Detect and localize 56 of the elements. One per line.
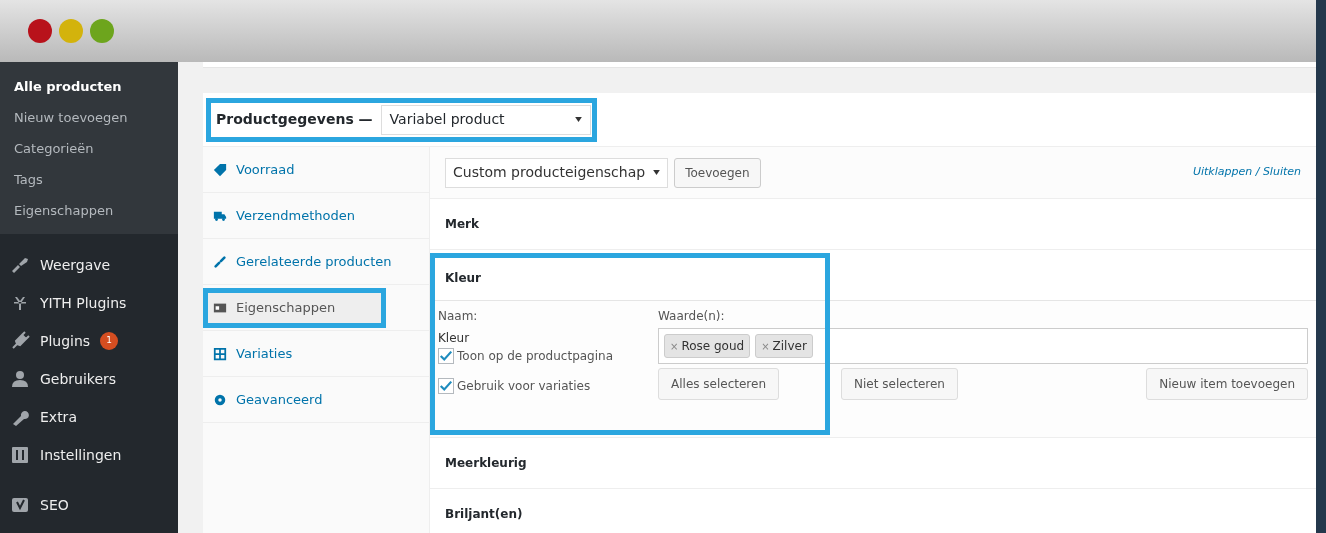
field-label: Naam: [438,308,479,325]
menu-item[interactable]: Plugins [40,330,91,352]
grid-icon [213,346,227,361]
menu-item[interactable]: Gebruikers [40,368,117,390]
attribute-row[interactable]: Meerkleurig [430,438,1316,488]
checkbox-label: Toon op de productpagina [457,348,614,365]
submenu-item[interactable]: Tags [0,164,178,195]
attribute-title: Merk [445,216,479,233]
tab[interactable]: Variaties [203,333,386,374]
value-tag[interactable]: × Zilver [755,334,813,358]
menu-item[interactable]: SEO [40,494,69,516]
values-field[interactable]: × Rose goud × Zilver [658,328,1308,364]
tag-icon [213,162,227,177]
menu-item[interactable]: Extra [40,406,77,428]
notification-badge: 1 [100,332,119,350]
gear-icon [213,392,227,407]
attribute-name: Kleur [438,330,471,347]
select-button[interactable]: Niet selecteren [841,368,958,400]
tab[interactable]: Eigenschappen [203,287,386,328]
attribute-title: Meerkleurig [445,455,527,472]
menu-item[interactable]: Weergave [40,254,111,276]
expand-collapse-link[interactable]: Uitklappen / Sluiten [1192,164,1301,181]
menu-item[interactable]: Instellingen [40,444,122,466]
attribute-row[interactable]: Briljant(en) [430,489,1316,533]
add-item-button[interactable]: Nieuw item toevoegen [1146,368,1308,400]
panel-title: Productgegevens — [216,110,373,129]
checkbox[interactable] [438,348,454,364]
tab[interactable]: Verzendmethoden [203,195,386,236]
dropdown-caret-icon [653,170,661,175]
add-button[interactable]: Toevoegen [674,157,761,188]
checkbox-label: Gebruik voor variaties [457,378,591,395]
product-type-select[interactable]: Variabel product [380,104,591,135]
field-label: Waarde(n): [658,308,726,325]
brush-icon [10,255,30,275]
submenu-item[interactable]: Categorieën [0,133,178,164]
menu-item[interactable]: YITH Plugins [40,292,127,314]
submenu-item[interactable]: Alle producten [0,71,178,102]
close-icon[interactable] [28,19,52,43]
user-icon [10,369,30,389]
value-tag[interactable]: × Rose goud [664,334,751,358]
submenu-item[interactable]: Eigenschappen [0,195,178,226]
attribute-title[interactable]: Kleur [445,269,481,287]
checkbox[interactable] [438,378,454,394]
dropdown-caret-icon [574,117,582,122]
attribute-title: Briljant(en) [445,506,523,523]
sliders-icon [10,445,30,465]
attribute-select[interactable]: Custom producteigenschap [445,157,669,188]
tab[interactable]: Gerelateerde producten [203,241,402,282]
plug-icon [10,331,30,351]
attribute-row[interactable]: Merk [430,199,1316,249]
tab[interactable]: Voorraad [203,149,386,190]
seo-icon [10,495,30,515]
tab[interactable]: Geavanceerd [203,379,386,420]
submenu-item[interactable]: Nieuw toevoegen [0,102,178,133]
select-button[interactable]: Alles selecteren [658,368,780,400]
maximize-icon[interactable] [90,19,114,43]
